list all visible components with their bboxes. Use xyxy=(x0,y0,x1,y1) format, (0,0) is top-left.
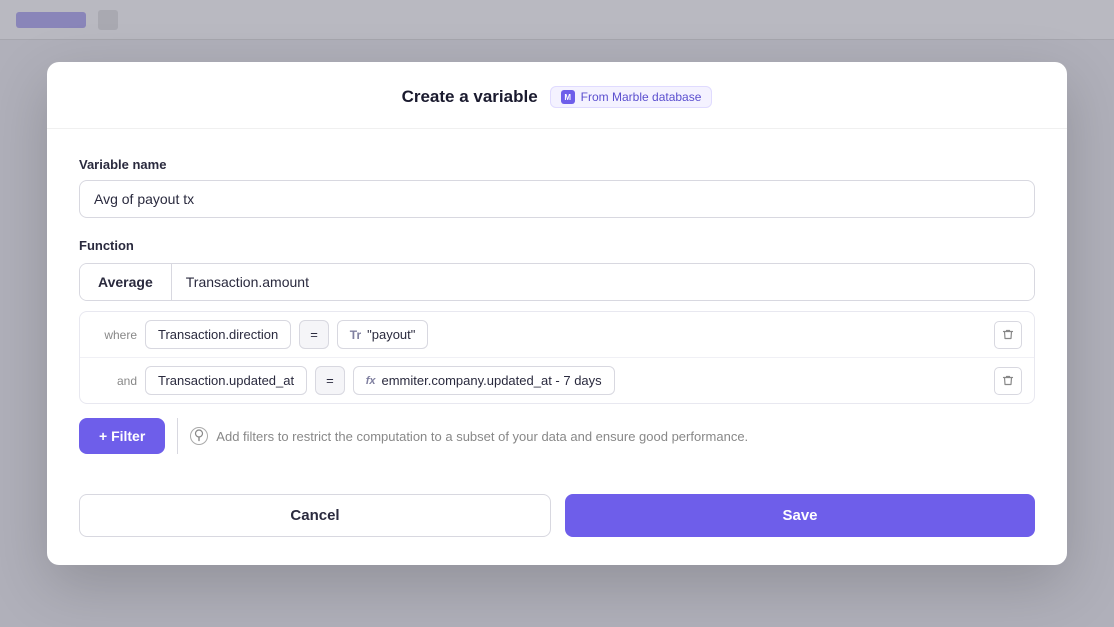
modal-title: Create a variable xyxy=(402,87,538,107)
create-variable-modal: Create a variable M From Marble database… xyxy=(47,62,1067,565)
filter-row: and Transaction.updated_at = fx emmiter.… xyxy=(80,358,1034,403)
cancel-button[interactable]: Cancel xyxy=(79,494,551,537)
add-filter-row: + Filter Add filters to restrict the com… xyxy=(79,418,1035,454)
add-filter-divider xyxy=(177,418,178,454)
add-filter-button[interactable]: + Filter xyxy=(79,418,165,454)
filter-value-1[interactable]: fx emmiter.company.updated_at - 7 days xyxy=(353,366,615,395)
function-row: Average xyxy=(79,263,1035,301)
filter-field-1[interactable]: Transaction.updated_at xyxy=(145,366,307,395)
source-badge-label: From Marble database xyxy=(581,90,702,104)
filter-keyword-and: and xyxy=(92,374,137,388)
filter-delete-button-1[interactable] xyxy=(994,367,1022,395)
variable-name-input[interactable] xyxy=(79,180,1035,218)
filter-keyword-where: where xyxy=(92,328,137,342)
filter-value-0[interactable]: Tr "payout" xyxy=(337,320,429,349)
function-field-input[interactable] xyxy=(172,264,1034,300)
filter-hint: Add filters to restrict the computation … xyxy=(190,427,748,445)
function-type-button[interactable]: Average xyxy=(80,264,172,300)
source-badge: M From Marble database xyxy=(550,86,713,108)
filter-value-type-icon-1: fx xyxy=(366,375,376,387)
filter-delete-button-0[interactable] xyxy=(994,321,1022,349)
save-button[interactable]: Save xyxy=(565,494,1035,537)
function-label: Function xyxy=(79,238,1035,253)
modal-header: Create a variable M From Marble database xyxy=(47,62,1067,129)
source-icon: M xyxy=(561,90,575,104)
modal-body: Variable name Function Average where Tra… xyxy=(47,129,1067,478)
filters-container: where Transaction.direction = Tr "payout… xyxy=(79,311,1035,404)
filter-hint-text: Add filters to restrict the computation … xyxy=(216,429,748,444)
filter-value-text-1: emmiter.company.updated_at - 7 days xyxy=(382,373,602,388)
filter-value-text-0: "payout" xyxy=(367,327,415,342)
modal-backdrop: Create a variable M From Marble database… xyxy=(0,0,1114,627)
filter-operator-1: = xyxy=(315,366,345,395)
filter-value-type-icon-0: Tr xyxy=(350,328,361,342)
filter-row: where Transaction.direction = Tr "payout… xyxy=(80,312,1034,358)
hint-icon xyxy=(190,427,208,445)
filter-field-0[interactable]: Transaction.direction xyxy=(145,320,291,349)
variable-name-label: Variable name xyxy=(79,157,1035,172)
filter-operator-0: = xyxy=(299,320,329,349)
modal-footer: Cancel Save xyxy=(47,478,1067,565)
